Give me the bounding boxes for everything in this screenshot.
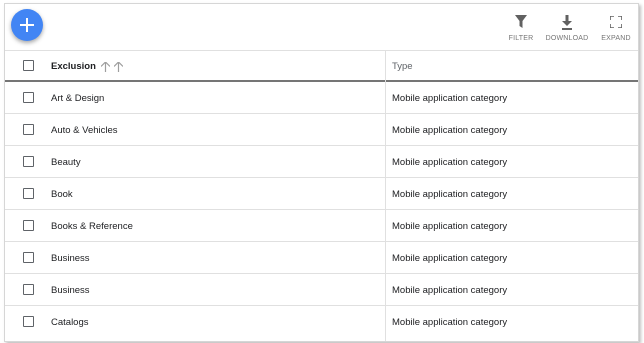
type-cell: Mobile application category	[392, 157, 508, 168]
table-row[interactable]: Catalogs Mobile application category	[5, 306, 638, 338]
table-row[interactable]: Auto & Vehicles Mobile application categ…	[5, 114, 638, 146]
filter-label: FILTER	[508, 35, 534, 42]
exclusions-panel: FILTER DOWNLOAD EXPAND Exclusion Type Ar…	[4, 3, 639, 342]
type-cell: Mobile application category	[392, 317, 508, 328]
table-row[interactable]: Business Mobile application category	[5, 274, 638, 306]
type-cell: Mobile application category	[392, 125, 508, 136]
exclusion-column-header[interactable]: Exclusion	[51, 61, 96, 72]
table-row[interactable]: Art & Design Mobile application category	[5, 82, 638, 114]
sort-controls[interactable]	[101, 62, 123, 72]
row-checkbox[interactable]	[23, 92, 34, 103]
exclusion-cell: Business	[51, 285, 90, 296]
expand-button[interactable]: EXPAND	[599, 14, 633, 46]
add-button[interactable]	[11, 9, 43, 41]
row-checkbox[interactable]	[23, 316, 34, 327]
type-column-header[interactable]: Type	[392, 61, 413, 72]
type-cell: Mobile application category	[392, 253, 508, 264]
table-row[interactable]: Beauty Mobile application category	[5, 146, 638, 178]
table-header: Exclusion Type	[5, 50, 638, 82]
expand-label: EXPAND	[601, 35, 631, 42]
exclusion-cell: Business	[51, 253, 90, 264]
type-cell: Mobile application category	[392, 221, 508, 232]
exclusion-cell: Books & Reference	[51, 221, 133, 232]
exclusion-cell: Book	[51, 189, 73, 200]
row-checkbox[interactable]	[23, 156, 34, 167]
toolbar: FILTER DOWNLOAD EXPAND	[5, 4, 638, 50]
row-checkbox[interactable]	[23, 252, 34, 263]
type-cell: Mobile application category	[392, 285, 508, 296]
download-button[interactable]: DOWNLOAD	[545, 14, 589, 46]
select-all-checkbox[interactable]	[23, 60, 34, 71]
expand-icon	[610, 16, 622, 28]
sort-arrow-icon	[101, 62, 110, 72]
table-row[interactable]: Book Mobile application category	[5, 178, 638, 210]
exclusion-cell: Beauty	[51, 157, 81, 168]
filter-icon	[515, 15, 527, 28]
exclusion-cell: Art & Design	[51, 93, 105, 104]
filter-button[interactable]: FILTER	[505, 14, 537, 46]
exclusion-cell: Catalogs	[51, 317, 89, 328]
table-row[interactable]: Books & Reference Mobile application cat…	[5, 210, 638, 242]
table-row[interactable]: Business Mobile application category	[5, 242, 638, 274]
row-checkbox[interactable]	[23, 284, 34, 295]
exclusion-cell: Auto & Vehicles	[51, 125, 118, 136]
type-cell: Mobile application category	[392, 189, 508, 200]
row-checkbox[interactable]	[23, 124, 34, 135]
row-checkbox[interactable]	[23, 188, 34, 199]
sort-arrow-icon	[114, 62, 123, 72]
download-label: DOWNLOAD	[545, 35, 589, 42]
row-checkbox[interactable]	[23, 220, 34, 231]
type-cell: Mobile application category	[392, 93, 508, 104]
download-icon	[562, 14, 572, 30]
